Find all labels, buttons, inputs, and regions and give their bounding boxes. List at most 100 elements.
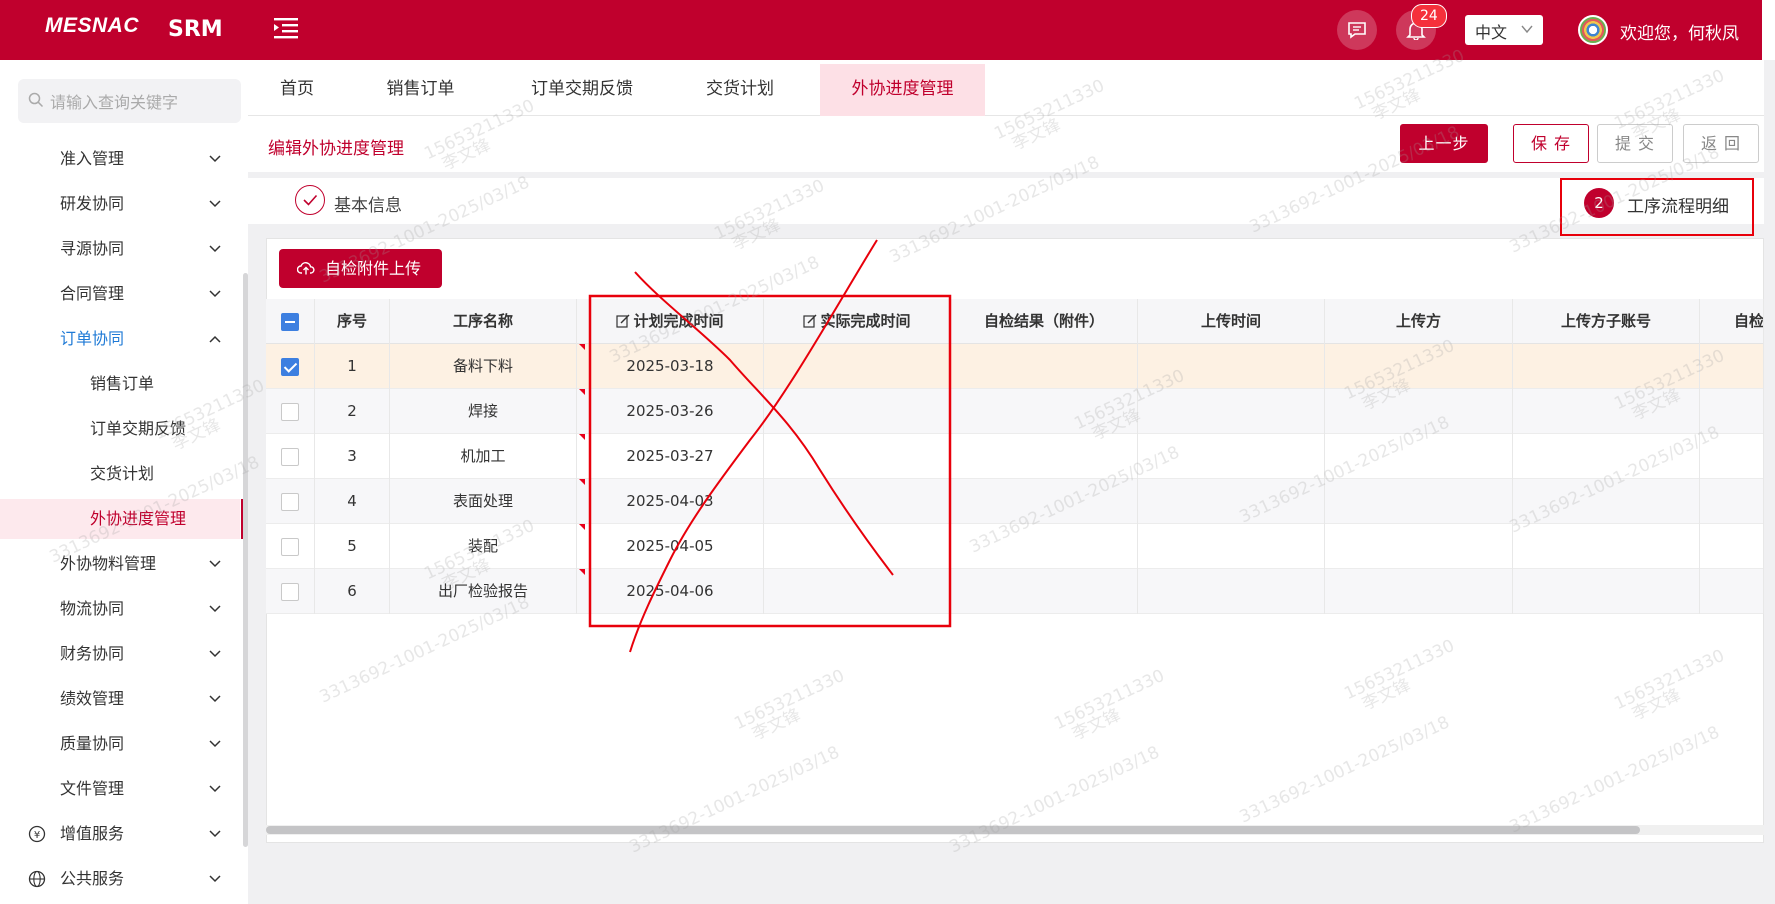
table-row[interactable]: 3 机加工 2025-03-27 xyxy=(266,434,1764,479)
chevron-down-icon xyxy=(209,740,221,748)
sidebar-item-quality[interactable]: 质量协同 xyxy=(0,724,240,764)
sidebar-item-admission[interactable]: 准入管理 xyxy=(0,139,240,179)
row-upload-time-cell xyxy=(1138,524,1325,569)
chevron-down-icon xyxy=(1521,25,1533,34)
sidebar-item-delivery-plan[interactable]: 交货计划 xyxy=(0,454,240,494)
row-planned-date-cell[interactable]: 2025-03-18 xyxy=(577,344,764,389)
prev-step-button[interactable]: 上一步 xyxy=(1400,124,1488,163)
menu-fold-icon[interactable] xyxy=(272,15,300,41)
row-actual-date-cell[interactable] xyxy=(764,389,951,434)
message-button[interactable] xyxy=(1337,10,1377,50)
row-checkbox[interactable] xyxy=(281,357,299,376)
tab-home[interactable]: 首页 xyxy=(262,64,332,116)
row-uploader-cell xyxy=(1325,479,1513,524)
row-planned-date-cell[interactable]: 2025-03-26 xyxy=(577,389,764,434)
table-row[interactable]: 2 焊接 2025-03-26 xyxy=(266,389,1764,434)
row-planned-date-cell[interactable]: 2025-04-03 xyxy=(577,479,764,524)
select-all-checkbox[interactable] xyxy=(281,312,299,331)
row-self-check-cell xyxy=(1700,434,1764,479)
table-row[interactable]: 4 表面处理 2025-04-03 xyxy=(266,479,1764,524)
col-header-planned-date: 计划完成时间 xyxy=(577,299,764,344)
row-select-cell xyxy=(266,524,315,569)
sidebar-item-label: 销售订单 xyxy=(90,374,155,393)
table-row[interactable]: 5 装配 2025-04-05 xyxy=(266,524,1764,569)
row-actual-date-cell[interactable] xyxy=(764,344,951,389)
row-uploader-cell xyxy=(1325,344,1513,389)
row-actual-date-cell[interactable] xyxy=(764,434,951,479)
tab-order-delivery-feedback[interactable]: 订单交期反馈 xyxy=(512,64,652,116)
col-header-label: 计划完成时间 xyxy=(633,312,724,330)
row-planned-date-cell[interactable]: 2025-04-06 xyxy=(577,569,764,614)
col-header-upload-time: 上传时间 xyxy=(1138,299,1325,344)
upload-self-check-button[interactable]: 自检附件上传 xyxy=(279,249,442,288)
row-no-cell: 5 xyxy=(315,524,390,569)
sidebar-item-public-service[interactable]: 公共服务 xyxy=(0,859,240,899)
welcome-text[interactable]: 欢迎您，何秋凤 xyxy=(1620,19,1739,44)
row-actual-date-cell[interactable] xyxy=(764,524,951,569)
step-process-detail-label[interactable]: 工序流程明细 xyxy=(1627,192,1729,217)
sidebar-item-finance[interactable]: 财务协同 xyxy=(0,634,240,674)
chevron-down-icon xyxy=(209,650,221,658)
sidebar-item-logistics[interactable]: 物流协同 xyxy=(0,589,240,629)
save-button[interactable]: 保 存 xyxy=(1513,124,1589,163)
sidebar-item-order[interactable]: 订单协同 xyxy=(0,319,240,359)
sidebar-scrollbar[interactable] xyxy=(243,273,248,847)
col-header-actual-date: 实际完成时间 xyxy=(764,299,951,344)
row-planned-date-cell[interactable]: 2025-03-27 xyxy=(577,434,764,479)
search-icon xyxy=(28,92,44,108)
col-header-uploader-subaccount: 上传方子账号 xyxy=(1513,299,1700,344)
sidebar-item-outsourcing-material[interactable]: 外协物料管理 xyxy=(0,544,240,584)
row-actual-date-cell[interactable] xyxy=(764,479,951,524)
sidebar-item-value-added[interactable]: ¥ 增值服务 xyxy=(0,814,240,854)
tab-outsourcing-progress[interactable]: 外协进度管理 xyxy=(820,64,985,116)
row-checkbox[interactable] xyxy=(281,447,299,466)
step-process-detail-indicator[interactable]: 2 xyxy=(1584,188,1614,218)
sidebar-item-label: 寻源协同 xyxy=(60,239,125,258)
row-planned-date-cell[interactable]: 2025-04-05 xyxy=(577,524,764,569)
sidebar-item-performance[interactable]: 绩效管理 xyxy=(0,679,240,719)
row-no-cell: 1 xyxy=(315,344,390,389)
row-actual-date-cell[interactable] xyxy=(764,569,951,614)
sidebar-item-sales-order[interactable]: 销售订单 xyxy=(0,364,240,404)
step-basic-info-label[interactable]: 基本信息 xyxy=(334,191,402,216)
row-checkbox[interactable] xyxy=(281,582,299,601)
row-uploader-subaccount-cell xyxy=(1513,344,1700,389)
row-checkbox[interactable] xyxy=(281,492,299,511)
row-process-name-cell: 机加工 xyxy=(390,434,577,479)
sidebar-item-contract[interactable]: 合同管理 xyxy=(0,274,240,314)
row-no-cell: 2 xyxy=(315,389,390,434)
sidebar-item-outsourcing-progress[interactable]: 外协进度管理 xyxy=(0,499,244,539)
sidebar-item-label: 公共服务 xyxy=(60,869,125,888)
tab-delivery-plan[interactable]: 交货计划 xyxy=(685,64,795,116)
row-self-check-result-cell xyxy=(951,344,1138,389)
sidebar-item-label: 合同管理 xyxy=(60,284,125,303)
globe-icon xyxy=(28,870,46,888)
row-self-check-result-cell xyxy=(951,524,1138,569)
row-uploader-cell xyxy=(1325,389,1513,434)
table-row[interactable]: 6 出厂检验报告 2025-04-06 xyxy=(266,569,1764,614)
row-checkbox[interactable] xyxy=(281,402,299,421)
sidebar-item-order-delivery-feedback[interactable]: 订单交期反馈 xyxy=(0,409,240,449)
chevron-down-icon xyxy=(209,695,221,703)
row-no-cell: 3 xyxy=(315,434,390,479)
sidebar-item-files[interactable]: 文件管理 xyxy=(0,769,240,809)
row-checkbox[interactable] xyxy=(281,537,299,556)
row-process-name-cell: 出厂检验报告 xyxy=(390,569,577,614)
avatar[interactable] xyxy=(1578,15,1608,45)
sidebar-item-sourcing[interactable]: 寻源协同 xyxy=(0,229,240,269)
table-row[interactable]: 1 备料下料 2025-03-18 xyxy=(266,344,1764,389)
language-select[interactable]: 中文 xyxy=(1465,15,1543,45)
brand-logo: MESNAC xyxy=(45,14,140,37)
table-scroll-thumb[interactable] xyxy=(266,826,1640,834)
sidebar-item-label: 准入管理 xyxy=(60,149,125,168)
modified-cell-marker xyxy=(579,344,585,350)
step-basic-info-indicator[interactable] xyxy=(295,185,325,215)
search-input[interactable] xyxy=(50,87,235,117)
sidebar-item-rd[interactable]: 研发协同 xyxy=(0,184,240,224)
back-button[interactable]: 返 回 xyxy=(1683,124,1759,163)
sidebar-item-label: 绩效管理 xyxy=(60,689,125,708)
tab-sales-order[interactable]: 销售订单 xyxy=(368,64,473,116)
submit-button[interactable]: 提 交 xyxy=(1597,124,1673,163)
svg-text:¥: ¥ xyxy=(34,830,40,841)
row-upload-time-cell xyxy=(1138,344,1325,389)
